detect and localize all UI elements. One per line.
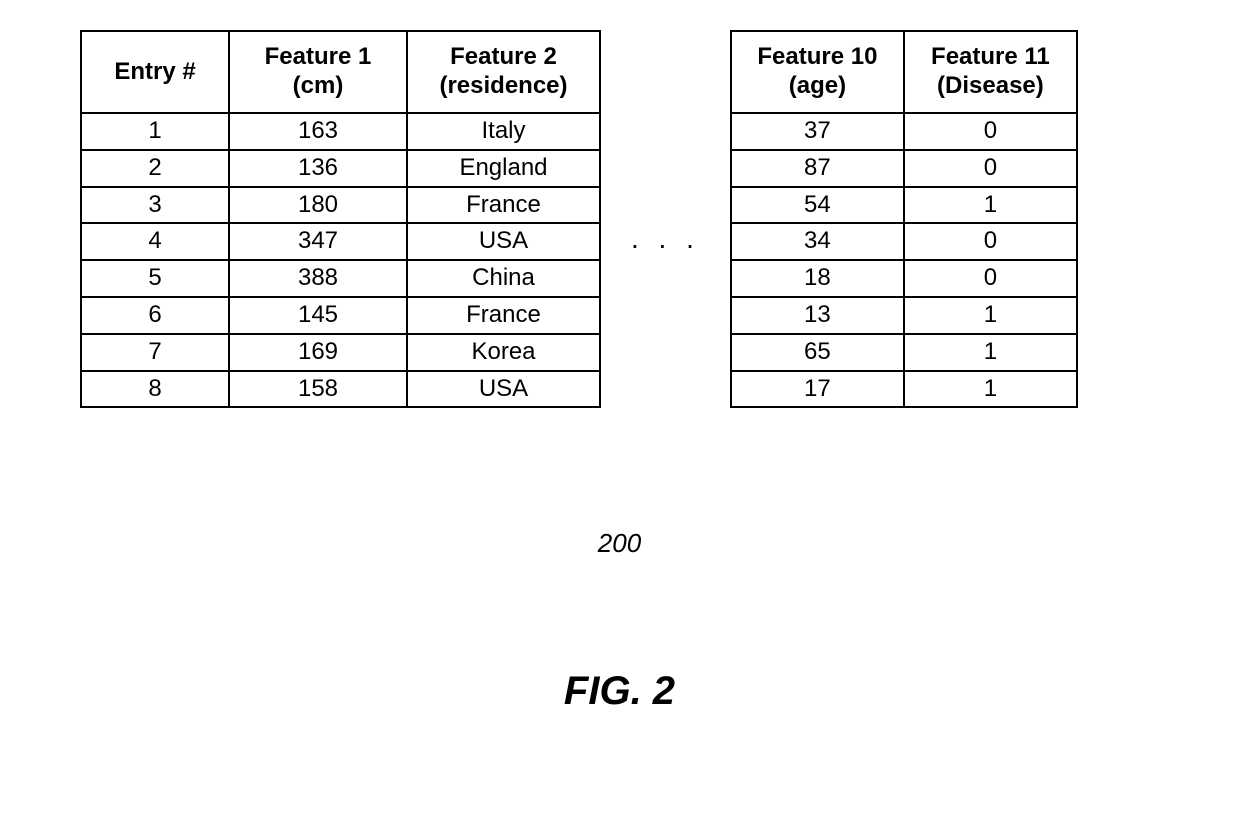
table-row: 3 180 France <box>81 187 600 224</box>
cell-feature10: 65 <box>731 334 904 371</box>
header-feature2: Feature 2 (residence) <box>407 31 600 113</box>
cell-feature1: 136 <box>229 150 407 187</box>
cell-feature1: 163 <box>229 113 407 150</box>
cell-feature10: 18 <box>731 260 904 297</box>
table-row: 37 0 <box>731 113 1077 150</box>
header-feature1: Feature 1 (cm) <box>229 31 407 113</box>
table-row: 6 145 France <box>81 297 600 334</box>
table-row: 4 347 USA <box>81 223 600 260</box>
cell-feature2: China <box>407 260 600 297</box>
cell-feature2: France <box>407 187 600 224</box>
cell-feature11: 1 <box>904 334 1077 371</box>
table-row: 2 136 England <box>81 150 600 187</box>
reference-number: 200 <box>0 528 1239 559</box>
cell-feature2: Korea <box>407 334 600 371</box>
cell-feature2: USA <box>407 371 600 408</box>
table-row: 1 163 Italy <box>81 113 600 150</box>
table-row: 13 1 <box>731 297 1077 334</box>
feature-table-right: Feature 10 (age) Feature 11 (Disease) 37… <box>730 30 1078 408</box>
table-row: 87 0 <box>731 150 1077 187</box>
table-row: 5 388 China <box>81 260 600 297</box>
header-feature11: Feature 11 (Disease) <box>904 31 1077 113</box>
cell-feature2: USA <box>407 223 600 260</box>
cell-feature11: 0 <box>904 223 1077 260</box>
table-row: 17 1 <box>731 371 1077 408</box>
cell-feature2: Italy <box>407 113 600 150</box>
cell-entry: 2 <box>81 150 229 187</box>
header-entry: Entry # <box>81 31 229 113</box>
table-row: 7 169 Korea <box>81 334 600 371</box>
ellipsis: . . . <box>601 223 730 255</box>
cell-feature10: 17 <box>731 371 904 408</box>
cell-feature10: 54 <box>731 187 904 224</box>
cell-feature10: 34 <box>731 223 904 260</box>
table-row: 54 1 <box>731 187 1077 224</box>
cell-feature10: 37 <box>731 113 904 150</box>
cell-feature10: 87 <box>731 150 904 187</box>
cell-feature11: 0 <box>904 260 1077 297</box>
cell-feature11: 1 <box>904 187 1077 224</box>
table-row: 34 0 <box>731 223 1077 260</box>
figure-title: FIG. 2 <box>0 669 1239 714</box>
cell-feature1: 145 <box>229 297 407 334</box>
cell-feature11: 1 <box>904 297 1077 334</box>
cell-entry: 3 <box>81 187 229 224</box>
cell-feature1: 169 <box>229 334 407 371</box>
cell-feature10: 13 <box>731 297 904 334</box>
cell-entry: 5 <box>81 260 229 297</box>
cell-feature11: 0 <box>904 150 1077 187</box>
cell-feature1: 347 <box>229 223 407 260</box>
cell-feature1: 158 <box>229 371 407 408</box>
table-row: 18 0 <box>731 260 1077 297</box>
cell-feature11: 1 <box>904 371 1077 408</box>
cell-entry: 4 <box>81 223 229 260</box>
cell-entry: 7 <box>81 334 229 371</box>
cell-entry: 1 <box>81 113 229 150</box>
feature-table-left: Entry # Feature 1 (cm) Feature 2 (reside… <box>80 30 601 408</box>
cell-feature2: France <box>407 297 600 334</box>
table-row: 8 158 USA <box>81 371 600 408</box>
cell-feature2: England <box>407 150 600 187</box>
cell-feature11: 0 <box>904 113 1077 150</box>
table-row: 65 1 <box>731 334 1077 371</box>
cell-entry: 8 <box>81 371 229 408</box>
header-feature10: Feature 10 (age) <box>731 31 904 113</box>
cell-entry: 6 <box>81 297 229 334</box>
cell-feature1: 180 <box>229 187 407 224</box>
cell-feature1: 388 <box>229 260 407 297</box>
figure-container: Entry # Feature 1 (cm) Feature 2 (reside… <box>0 0 1239 408</box>
